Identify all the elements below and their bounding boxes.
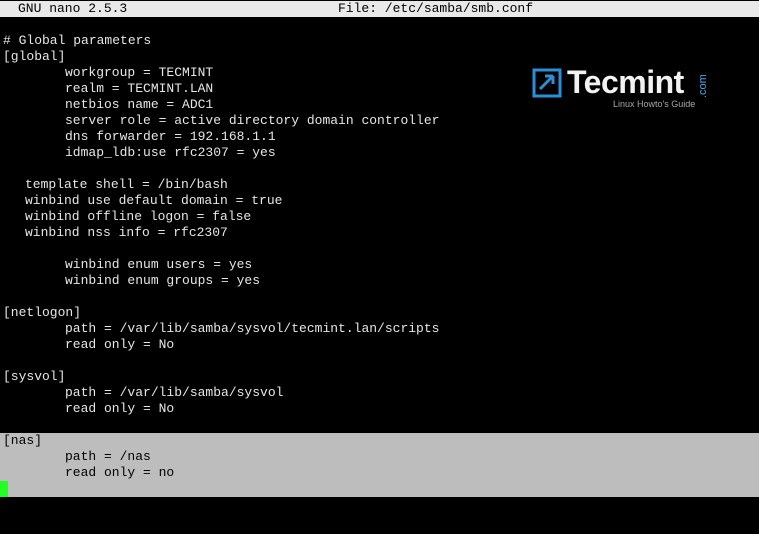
editor-line-selected[interactable]: path = /nas xyxy=(0,449,759,465)
editor-line-selected[interactable]: read only = no xyxy=(0,465,759,481)
editor-text-area[interactable]: # Global parameters [global] workgroup =… xyxy=(0,33,759,497)
editor-line-blank[interactable] xyxy=(0,241,759,257)
editor-line[interactable]: winbind use default domain = true xyxy=(0,193,759,209)
editor-line[interactable]: read only = No xyxy=(0,337,759,353)
editor-cursor-line[interactable] xyxy=(0,481,759,497)
editor-line[interactable]: idmap_ldb:use rfc2307 = yes xyxy=(0,145,759,161)
editor-line[interactable]: winbind offline logon = false xyxy=(0,209,759,225)
editor-line-blank[interactable] xyxy=(0,289,759,305)
editor-line[interactable]: server role = active directory domain co… xyxy=(0,113,759,129)
editor-line[interactable]: winbind nss info = rfc2307 xyxy=(0,225,759,241)
editor-line[interactable]: [sysvol] xyxy=(0,369,759,385)
editor-line-blank[interactable] xyxy=(0,353,759,369)
editor-line[interactable]: netbios name = ADC1 xyxy=(0,97,759,113)
editor-line-blank[interactable] xyxy=(0,417,759,433)
editor-line-blank[interactable] xyxy=(0,161,759,177)
editor-line[interactable]: [global] xyxy=(0,49,759,65)
editor-line[interactable]: realm = TECMINT.LAN xyxy=(0,81,759,97)
editor-line[interactable]: winbind enum users = yes xyxy=(0,257,759,273)
editor-line[interactable]: # Global parameters xyxy=(0,33,759,49)
editor-line[interactable]: [netlogon] xyxy=(0,305,759,321)
editor-line[interactable]: path = /var/lib/samba/sysvol/tecmint.lan… xyxy=(0,321,759,337)
editor-line[interactable]: read only = No xyxy=(0,401,759,417)
text-cursor xyxy=(0,481,8,497)
nano-title-bar: GNU nano 2.5.3 File: /etc/samba/smb.conf xyxy=(0,1,759,17)
editor-line[interactable]: template shell = /bin/bash xyxy=(0,177,759,193)
editor-line[interactable]: workgroup = TECMINT xyxy=(0,65,759,81)
editor-line[interactable]: path = /var/lib/samba/sysvol xyxy=(0,385,759,401)
app-version: GNU nano 2.5.3 xyxy=(18,1,128,16)
file-path: File: /etc/samba/smb.conf xyxy=(338,1,534,16)
editor-line[interactable]: winbind enum groups = yes xyxy=(0,273,759,289)
editor-line-selected[interactable]: [nas] xyxy=(0,433,759,449)
editor-line[interactable]: dns forwarder = 192.168.1.1 xyxy=(0,129,759,145)
